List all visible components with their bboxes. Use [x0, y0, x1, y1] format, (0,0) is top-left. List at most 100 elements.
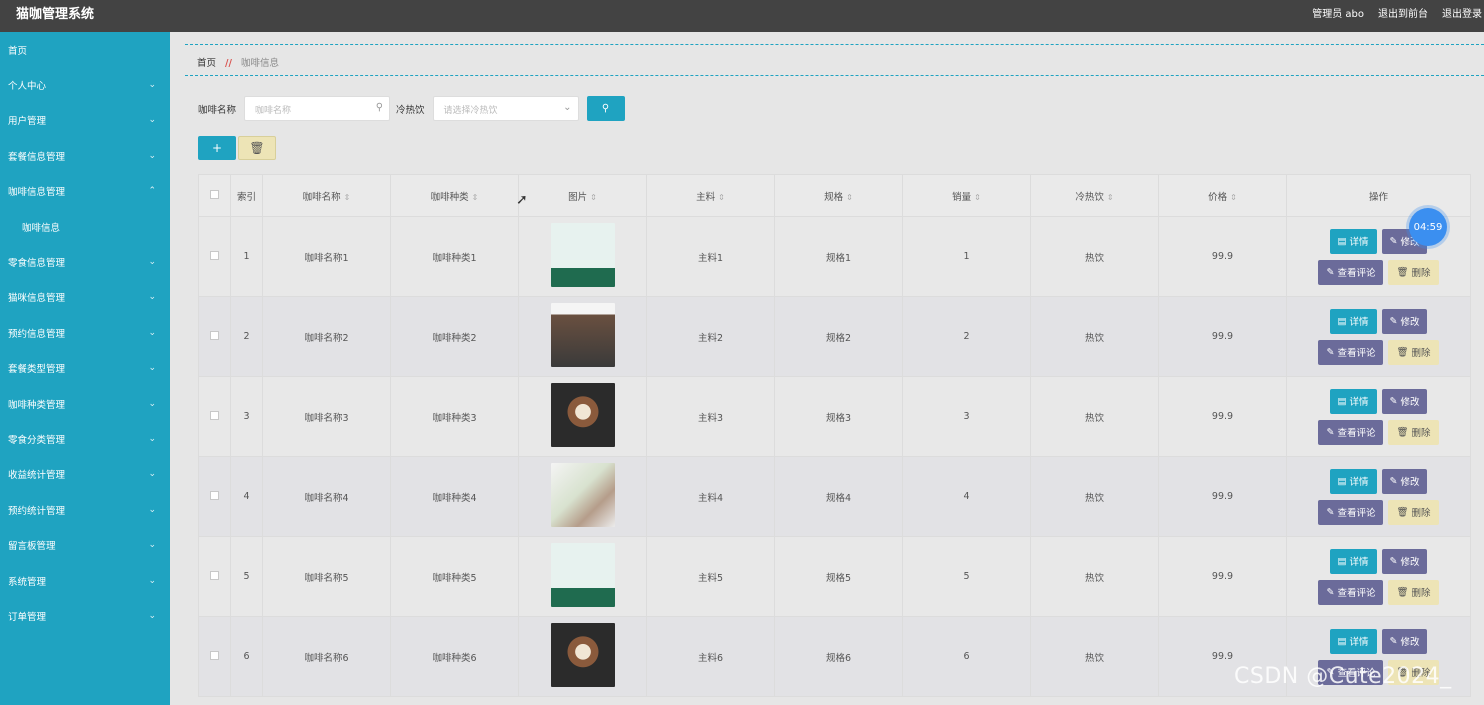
review-button[interactable]: ✎ 查看评论: [1318, 579, 1384, 605]
sidebar-item[interactable]: 咖啡信息管理 ⌃: [0, 174, 170, 209]
cell-temp: 热饮: [1030, 296, 1159, 377]
sidebar-item[interactable]: 个人中心 ⌄: [0, 67, 170, 102]
header-kind[interactable]: 咖啡种类 ⇕: [390, 174, 519, 217]
sidebar-item-label: 个人中心: [8, 81, 47, 93]
cell-name: 咖啡名称6: [262, 616, 391, 697]
batch-delete-button[interactable]: 🗑: [238, 136, 276, 160]
sidebar-item-label: 订单管理: [8, 611, 47, 623]
delete-button[interactable]: 🗑 删除: [1388, 259, 1439, 285]
cell-main: 主料5: [646, 536, 775, 617]
detail-button[interactable]: ▤ 详情: [1329, 228, 1377, 254]
sidebar-item[interactable]: 套餐信息管理 ⌄: [0, 138, 170, 173]
edit-button[interactable]: ✎ 修改: [1381, 628, 1428, 654]
temp-select[interactable]: 请选择冷热饮 ⌄: [432, 96, 579, 121]
edit-button[interactable]: ✎ 修改: [1381, 468, 1428, 494]
cell-index: 2: [230, 296, 263, 377]
cell-price: 99.9: [1158, 216, 1287, 297]
cell-main: 主料1: [646, 216, 775, 297]
add-button[interactable]: +: [198, 136, 236, 160]
detail-button[interactable]: ▤ 详情: [1329, 628, 1377, 654]
table-row: 2 咖啡名称2 咖啡种类2 主料2 规格2 2 热饮 99.9 ▤ 详情 ✎ 修改 ✎ 查看评论 🗑 删除: [198, 296, 1471, 377]
search-icon: ⚲: [601, 103, 610, 114]
delete-button[interactable]: 🗑 删除: [1388, 579, 1439, 605]
delete-button[interactable]: 🗑 删除: [1388, 499, 1439, 525]
edit-button[interactable]: ✎ 修改: [1381, 308, 1428, 334]
edit-button[interactable]: ✎ 修改: [1381, 548, 1428, 574]
sidebar-item[interactable]: 预约信息管理 ⌄: [0, 315, 170, 350]
cell-spec: 规格6: [774, 616, 903, 697]
sidebar-item-label: 收益统计管理: [8, 470, 66, 482]
plus-icon: +: [211, 141, 223, 155]
edit-button[interactable]: ✎ 修改: [1381, 388, 1428, 414]
pencil-icon: ✎: [1389, 475, 1398, 487]
sidebar-item[interactable]: 收益统计管理 ⌄: [0, 457, 170, 492]
sidebar-item[interactable]: 系统管理 ⌄: [0, 563, 170, 598]
sidebar-item[interactable]: 猫咪信息管理 ⌄: [0, 280, 170, 315]
chevron-icon: ⌄: [148, 80, 156, 91]
name-search-input[interactable]: 咖啡名称 ⚲: [244, 96, 391, 121]
cell-sales: 5: [902, 536, 1031, 617]
row-checkbox[interactable]: [198, 296, 231, 377]
chevron-icon: ⌄: [148, 575, 156, 586]
detail-button[interactable]: ▤ 详情: [1329, 468, 1377, 494]
sidebar-item[interactable]: 首页: [0, 32, 170, 67]
sidebar-item-label: 咖啡信息: [22, 222, 61, 234]
review-button[interactable]: ✎ 查看评论: [1318, 499, 1384, 525]
search-bar: 咖啡名称 咖啡名称 ⚲ 冷热饮 请选择冷热饮 ⌄ ⚲: [198, 96, 625, 121]
detail-button[interactable]: ▤ 详情: [1329, 548, 1377, 574]
sidebar-item[interactable]: 留言板管理 ⌄: [0, 527, 170, 562]
header-image[interactable]: 图片 ⇕: [518, 174, 647, 217]
review-button[interactable]: ✎ 查看评论: [1318, 339, 1384, 365]
row-checkbox[interactable]: [198, 216, 231, 297]
header-main[interactable]: 主料 ⇕: [646, 174, 775, 217]
header-name[interactable]: 咖啡名称 ⇕: [262, 174, 391, 217]
sidebar-item[interactable]: 预约统计管理 ⌄: [0, 492, 170, 527]
delete-button[interactable]: 🗑 删除: [1388, 339, 1439, 365]
row-checkbox[interactable]: [198, 616, 231, 697]
sidebar-item[interactable]: 订单管理 ⌄: [0, 598, 170, 633]
cell-index: 5: [230, 536, 263, 617]
cell-name: 咖啡名称1: [262, 216, 391, 297]
pencil-icon: ✎: [1326, 266, 1335, 278]
breadcrumb-separator: //: [225, 58, 232, 69]
sidebar-item[interactable]: 用户管理 ⌄: [0, 103, 170, 138]
cell-temp: 热饮: [1030, 536, 1159, 617]
sidebar-item[interactable]: 咖啡信息: [0, 209, 170, 244]
table-row: 4 咖啡名称4 咖啡种类4 主料4 规格4 4 热饮 99.9 ▤ 详情 ✎ 修改 ✎ 查看评论 🗑 删除: [198, 456, 1471, 537]
detail-button[interactable]: ▤ 详情: [1329, 388, 1377, 414]
coffee-image: [550, 463, 615, 527]
document-icon: ▤: [1337, 555, 1347, 567]
sort-icon: ⇕: [343, 192, 351, 202]
logout-link[interactable]: 退出登录: [1442, 5, 1482, 20]
detail-button[interactable]: ▤ 详情: [1329, 308, 1377, 334]
sidebar-item[interactable]: 咖啡种类管理 ⌄: [0, 386, 170, 421]
review-button[interactable]: ✎ 查看评论: [1318, 419, 1384, 445]
sidebar-item-label: 预约信息管理: [8, 328, 66, 340]
delete-button[interactable]: 🗑 删除: [1388, 419, 1439, 445]
row-checkbox[interactable]: [198, 456, 231, 537]
cell-main: 主料4: [646, 456, 775, 537]
header-spec[interactable]: 规格 ⇕: [774, 174, 903, 217]
sidebar-item[interactable]: 零食信息管理 ⌄: [0, 244, 170, 279]
header-price[interactable]: 价格 ⇕: [1158, 174, 1287, 217]
app-title: 猫咖管理系统: [16, 7, 95, 22]
sidebar-item-label: 留言板管理: [8, 541, 56, 553]
select-all-checkbox[interactable]: [198, 174, 231, 217]
breadcrumb-home[interactable]: 首页: [197, 58, 216, 69]
pencil-icon: ✎: [1326, 506, 1335, 518]
chevron-icon: ⌄: [148, 398, 156, 409]
table-row: 1 咖啡名称1 咖啡种类1 主料1 规格1 1 热饮 99.9 ▤ 详情 ✎ 修改 ✎ 查看评论 🗑 删除: [198, 216, 1471, 297]
header-sales[interactable]: 销量 ⇕: [902, 174, 1031, 217]
chevron-icon: ⌄: [148, 257, 156, 268]
search-button[interactable]: ⚲: [586, 96, 625, 121]
row-checkbox[interactable]: [198, 376, 231, 457]
row-checkbox[interactable]: [198, 536, 231, 617]
sidebar-item[interactable]: 套餐类型管理 ⌄: [0, 351, 170, 386]
review-button[interactable]: ✎ 查看评论: [1318, 259, 1384, 285]
front-link[interactable]: 退出到前台: [1378, 5, 1428, 20]
cell-kind: 咖啡种类3: [390, 376, 519, 457]
cell-ops: ▤ 详情 ✎ 修改 ✎ 查看评论 🗑 删除: [1286, 536, 1471, 617]
header-temp[interactable]: 冷热饮 ⇕: [1030, 174, 1159, 217]
sidebar-item[interactable]: 零食分类管理 ⌄: [0, 421, 170, 456]
cell-image: [518, 616, 647, 697]
